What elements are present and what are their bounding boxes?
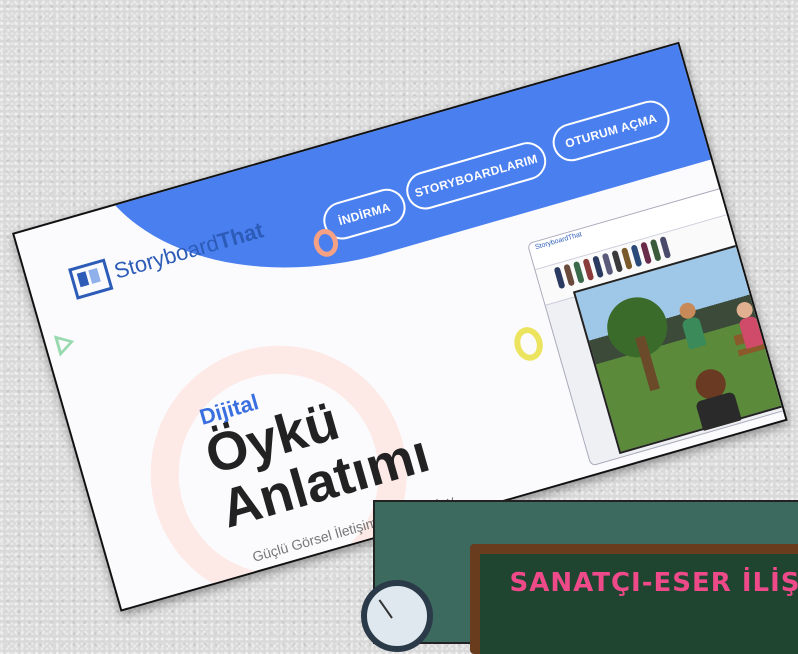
app-preview: StoryboardThat: [526, 163, 788, 467]
chalkboard-image: SANATÇI-ESER İLİŞ: [361, 500, 798, 654]
chalkboard-title: SANATÇI-ESER İLİŞ: [509, 568, 798, 598]
chalkboard-surface: SANATÇI-ESER İLİŞ: [480, 554, 798, 654]
triangle-decoration-icon: [53, 330, 78, 357]
chalkboard-frame: SANATÇI-ESER İLİŞ: [470, 544, 798, 654]
clock-icon: [361, 580, 433, 652]
logo-mark-icon: [68, 258, 114, 300]
yellow-ring-decoration: [510, 323, 547, 365]
